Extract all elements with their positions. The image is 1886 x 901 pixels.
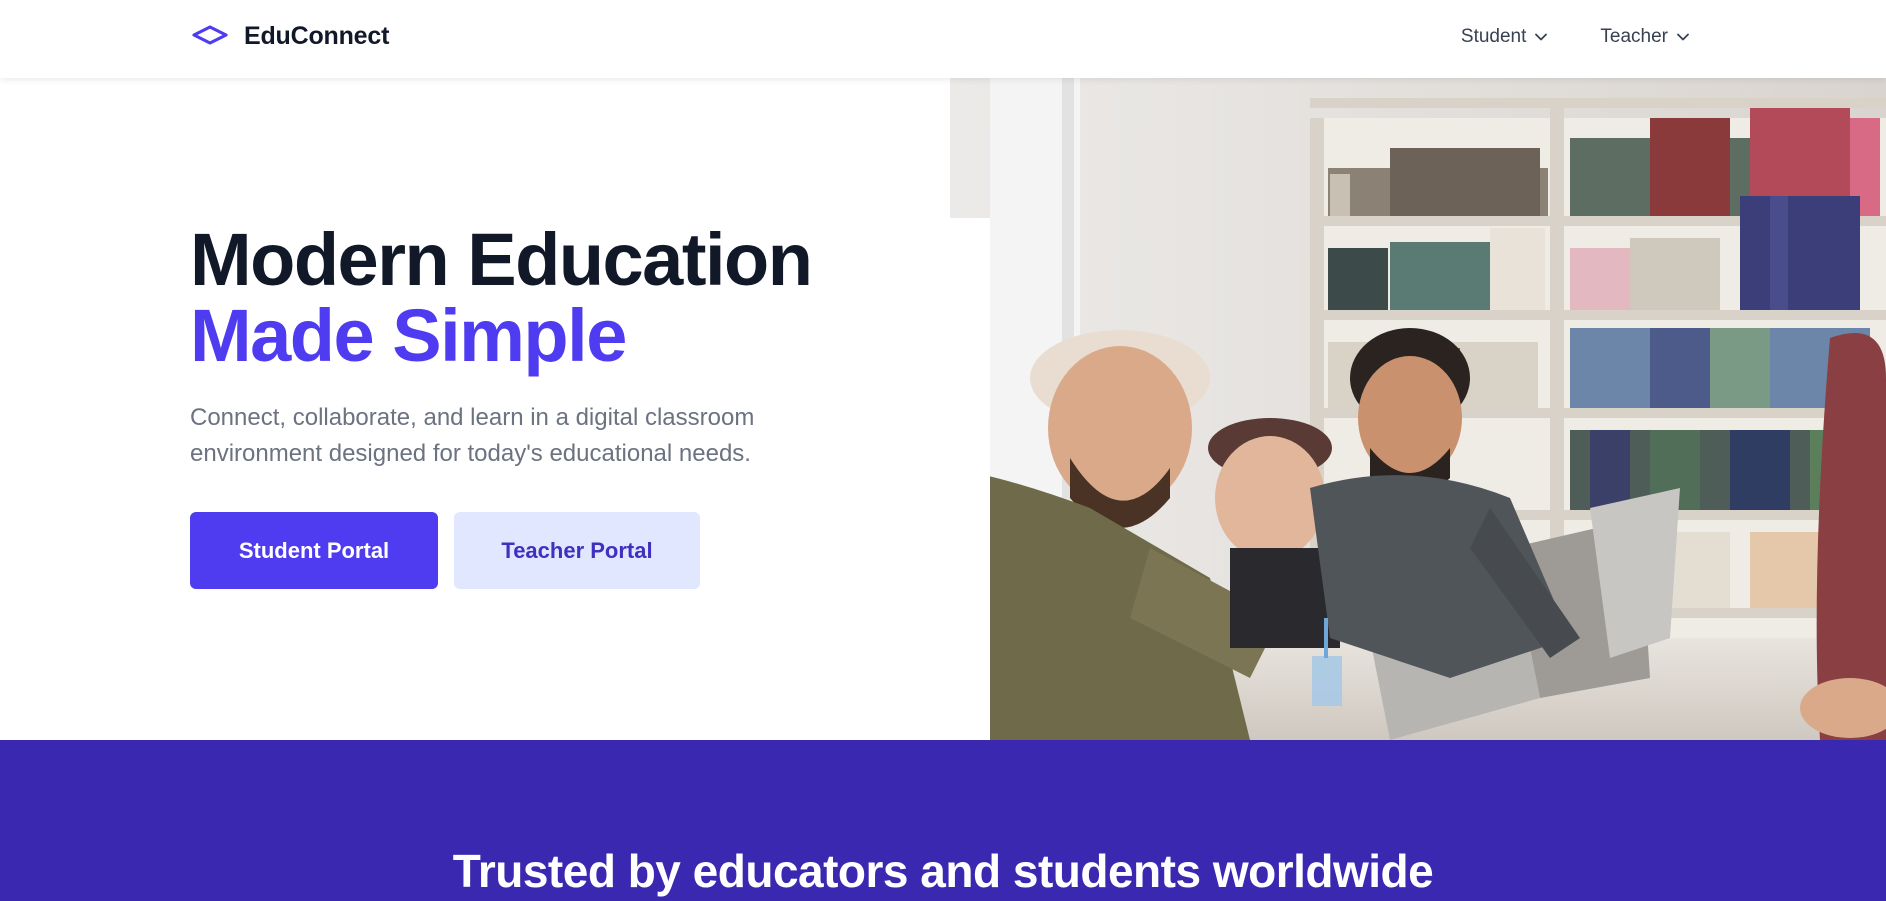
- nav-item-teacher[interactable]: Teacher: [1600, 26, 1690, 48]
- nav-item-label: Student: [1460, 26, 1527, 47]
- brand-home-link[interactable]: EduConnect: [192, 22, 389, 51]
- hero-title-line1: Modern Education: [190, 218, 813, 301]
- chevron-down-icon: [1535, 33, 1548, 41]
- trusted-band: Trusted by educators and students worldw…: [0, 740, 1886, 901]
- teacher-portal-button[interactable]: Teacher Portal: [454, 512, 700, 589]
- hero-section: Modern Education Made Simple Connect, co…: [190, 222, 930, 589]
- trusted-heading: Trusted by educators and students worldw…: [452, 845, 1434, 897]
- diamond-logo-icon: [192, 24, 228, 45]
- hero-buttons: Student Portal Teacher Portal: [190, 512, 930, 589]
- brand-name: EduConnect: [244, 22, 390, 50]
- hero-image-offset-mask: [950, 218, 990, 740]
- hero-title: Modern Education Made Simple: [190, 222, 930, 374]
- top-navbar: EduConnect Student Teacher: [0, 0, 1886, 78]
- hero-subtitle: Connect, collaborate, and learn in a dig…: [190, 404, 755, 467]
- nav-item-student[interactable]: Student: [1461, 26, 1549, 48]
- main-nav: Student Teacher: [1461, 26, 1690, 48]
- hero-photo: [950, 78, 1886, 740]
- chevron-down-icon: [1677, 33, 1689, 41]
- students-photo-illustration: [950, 78, 1886, 740]
- student-portal-button[interactable]: Student Portal: [190, 512, 438, 589]
- hero-title-line2: Made Simple: [190, 294, 627, 377]
- nav-item-label: Teacher: [1600, 26, 1668, 47]
